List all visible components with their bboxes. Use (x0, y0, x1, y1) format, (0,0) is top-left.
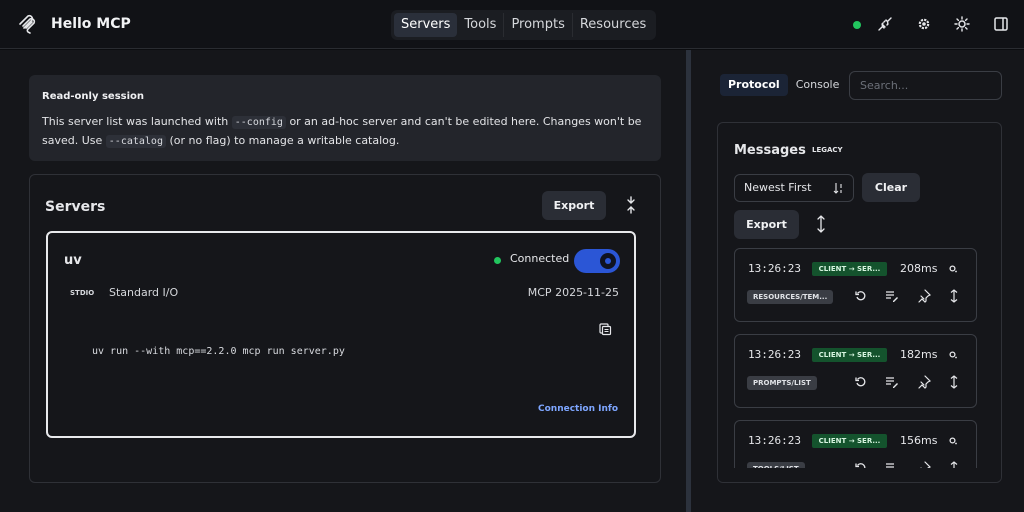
sun-theme-icon[interactable] (954, 16, 970, 32)
pin-icon[interactable] (917, 289, 931, 303)
direction-badge: CLIENT → SER... (812, 434, 887, 448)
tab-tools[interactable]: Tools (457, 13, 505, 37)
inspector-tabs: Protocol Console (720, 74, 847, 98)
config-flag-code: --config (231, 116, 286, 129)
message-latency: 156ms (900, 434, 938, 447)
toggle-knob (600, 253, 616, 269)
read-only-notice: Read-only session This server list was l… (29, 75, 661, 161)
export-messages-button[interactable]: Export (734, 210, 799, 239)
top-bar: Hello MCP Servers Tools Prompts Resource… (0, 0, 1024, 49)
method-badge: PROMPTS/LIST (747, 376, 817, 390)
server-card[interactable]: uv Connected STDIO Standard I/O MCP 2025… (46, 231, 636, 438)
notice-title: Read-only session (42, 91, 145, 102)
server-command: uv run --with mcp==2.2.0 mcp run server.… (92, 346, 345, 357)
tab-prompts[interactable]: Prompts (504, 13, 573, 37)
tab-console[interactable]: Console (788, 74, 848, 96)
connected-status-dot (494, 257, 501, 264)
direction-badge: CLIENT → SER... (812, 348, 887, 362)
pin-icon[interactable] (917, 375, 931, 389)
message-time: 13:26:23 (748, 434, 801, 447)
method-badge: RESOURCES/TEM... (747, 290, 834, 304)
notice-text-part: This server list was launched with (42, 115, 229, 128)
status-circle-icon (949, 351, 957, 359)
status-circle-icon (949, 265, 957, 273)
messages-section: Messages LEGACY Newest First Clear Expor… (717, 122, 1002, 483)
tab-servers[interactable]: Servers (394, 13, 458, 37)
copy-icon[interactable] (598, 322, 612, 336)
panel-toggle-icon[interactable] (993, 16, 1009, 32)
plug-disconnect-icon[interactable] (877, 16, 893, 32)
direction-badge: CLIENT → SER... (812, 262, 887, 276)
edit-list-icon[interactable] (885, 375, 899, 389)
tab-protocol[interactable]: Protocol (720, 74, 788, 96)
replay-icon[interactable] (854, 289, 868, 303)
app-title: Hello MCP (51, 16, 131, 32)
expand-icon[interactable] (947, 375, 961, 389)
connection-info-link[interactable]: Connection Info (538, 404, 618, 414)
tab-resources[interactable]: Resources (573, 13, 653, 37)
replay-icon[interactable] (854, 375, 868, 389)
connection-status: Connected (510, 252, 570, 265)
expand-icon[interactable] (947, 289, 961, 303)
gear-icon[interactable] (916, 16, 932, 32)
sort-order-select[interactable]: Newest First (734, 174, 854, 202)
server-name: uv (64, 253, 82, 268)
message-time: 13:26:23 (748, 348, 801, 361)
sort-icon (833, 183, 842, 194)
servers-section: Servers Export uv Connected STDIO Standa… (29, 174, 661, 483)
scroll-clip (718, 468, 1001, 482)
servers-title: Servers (45, 199, 106, 215)
message-item[interactable]: 13:26:23 CLIENT → SER... 208ms RESOURCES… (734, 248, 977, 322)
message-latency: 182ms (900, 348, 938, 361)
protocol-version: MCP 2025-11-25 (527, 286, 619, 299)
connection-status-dot (853, 21, 861, 29)
expand-all-icon[interactable] (816, 215, 826, 233)
messages-title: Messages (734, 143, 806, 158)
notice-text: This server list was launched with --con… (42, 113, 652, 151)
edit-list-icon[interactable] (885, 289, 899, 303)
search-input[interactable] (849, 71, 1002, 100)
collapse-icon[interactable] (624, 196, 638, 214)
transport-type: Standard I/O (109, 286, 179, 299)
legacy-badge: LEGACY (812, 146, 843, 154)
sort-order-value: Newest First (744, 181, 812, 194)
transport-badge: STDIO (70, 289, 95, 297)
notice-text-part: (or no flag) to manage a writable catalo… (169, 134, 400, 147)
main-nav-tabs: Servers Tools Prompts Resources (391, 10, 657, 40)
server-enabled-toggle[interactable] (574, 249, 620, 273)
message-latency: 208ms (900, 262, 938, 275)
message-item[interactable]: 13:26:23 CLIENT → SER... 182ms PROMPTS/L… (734, 334, 977, 408)
message-time: 13:26:23 (748, 262, 801, 275)
export-servers-button[interactable]: Export (542, 191, 606, 220)
catalog-flag-code: --catalog (105, 135, 166, 148)
clear-button[interactable]: Clear (862, 173, 920, 202)
mcp-logo-icon (19, 14, 36, 34)
status-circle-icon (949, 437, 957, 445)
